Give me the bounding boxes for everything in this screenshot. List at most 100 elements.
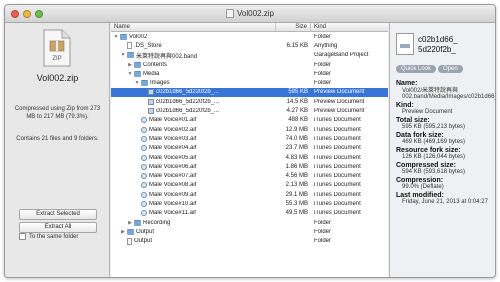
audio-file-icon (141, 126, 147, 133)
row-name: Male Voice#05.aif (149, 154, 197, 161)
row-kind: iTunes Document (314, 135, 361, 142)
table-row[interactable]: Male Voice#08.aif 2.13 MB iTunes Document (111, 181, 388, 190)
row-kind: iTunes Document (314, 210, 361, 217)
table-row[interactable]: Output Folder (111, 237, 388, 246)
row-kind: iTunes Document (314, 163, 361, 170)
row-name-cell: Male Voice#03.aif (111, 135, 276, 142)
compression-info: Compressed using Zip from 273 MB to 217 … (14, 106, 101, 120)
audio-file-icon (141, 135, 147, 142)
zip-archive-icon: ZIP (43, 29, 71, 67)
row-size: 4.56 MB (285, 173, 308, 180)
table-row[interactable]: ▼ Vol002 Folder (111, 32, 388, 41)
row-name: Male Voice#01.aif (149, 117, 197, 124)
table-row[interactable]: Male Voice#11.aif 49.5 MB iTunes Document (111, 209, 388, 218)
row-size: 74.0 MB (285, 135, 308, 142)
table-row[interactable]: ▼ Media Folder (111, 69, 388, 78)
close-button[interactable] (11, 10, 19, 18)
table-row[interactable]: ▶ Recording Folder (111, 218, 388, 227)
same-folder-option[interactable]: To the same folder (19, 233, 78, 240)
table-row[interactable]: Male Voice#05.aif 4.83 MB iTunes Document (111, 153, 388, 162)
row-name: Media (143, 70, 160, 77)
table-row[interactable]: .DS_Store 6.15 KB Anything (111, 41, 388, 50)
column-header-size[interactable]: Size (276, 23, 311, 31)
row-kind: Folder (314, 33, 332, 40)
table-row[interactable]: ▶ Output Folder (111, 227, 388, 236)
archive-window: Vol002.zip ZIP Vol002.zip Compressed usi… (4, 4, 496, 278)
document-icon (127, 42, 132, 50)
row-name: Male Voice#02.aif (149, 126, 197, 133)
row-name: Output (134, 238, 153, 245)
table-row[interactable]: Male Voice#03.aif 74.0 MB iTunes Document (111, 134, 388, 143)
table-row[interactable]: Male Voice#07.aif 4.56 MB iTunes Document (111, 171, 388, 180)
table-row[interactable]: c02b1d66_5d220f2b_... 14.5 KB Preview Docu… (111, 97, 388, 106)
row-name-cell: Male Voice#02.aif (111, 126, 276, 133)
disclosure-open-icon[interactable]: ▼ (127, 71, 133, 77)
extract-selected-button[interactable]: Extract Selected (19, 209, 97, 220)
row-kind: GarageBand Project (314, 52, 369, 59)
folder-icon (120, 33, 127, 40)
table-row[interactable]: Male Voice#06.aif 1.86 MB iTunes Document (111, 162, 388, 171)
row-kind: Preview Document (314, 89, 365, 96)
preview-filename-line2: 5d220f2b_ (418, 45, 456, 54)
minimize-button[interactable] (23, 10, 31, 18)
audio-file-icon (141, 117, 147, 124)
disclosure-closed-icon[interactable]: ▶ (127, 62, 133, 68)
column-header-kind[interactable]: Kind (311, 23, 388, 31)
meta-modified-value: Friday, June 21, 2013 at 0:04:27 (402, 199, 488, 205)
disclosure-open-icon[interactable]: ▼ (134, 80, 140, 86)
row-size: 14.5 KB (286, 98, 308, 105)
quick-look-button[interactable]: Quick Look (396, 65, 437, 73)
row-kind: iTunes Document (314, 191, 361, 198)
zoom-button[interactable] (35, 10, 43, 18)
row-name-cell: ▶ Contents (111, 61, 276, 68)
row-name-cell: ▼ Images (111, 80, 276, 87)
row-size: 4.27 KB (286, 108, 308, 115)
folder-icon (127, 52, 134, 59)
row-name-cell: ▼ Media (111, 70, 276, 77)
table-row[interactable]: Male Voice#09.aif 29.1 MB iTunes Document (111, 190, 388, 199)
row-name: c02b1d66_5d220f2b_... (156, 89, 220, 96)
table-row[interactable]: ▼ 米萊特說再與002.band GarageBand Project (111, 51, 388, 60)
row-size: 595 KB (288, 89, 308, 96)
disclosure-open-icon[interactable]: ▼ (113, 34, 119, 40)
disclosure-closed-icon[interactable]: ▶ (127, 220, 133, 226)
table-row[interactable]: c02b1d66_5d220f2b_... 4.27 KB Preview Docu… (111, 106, 388, 115)
archive-summary-panel: ZIP Vol002.zip Compressed using Zip from… (5, 23, 110, 277)
table-row[interactable]: ▶ Contents Folder (111, 60, 388, 69)
row-size: 488 KB (288, 117, 308, 124)
extract-all-button[interactable]: Extract All (19, 222, 97, 233)
table-row[interactable]: ▼ Images Folder (111, 78, 388, 87)
row-name: 米萊特說再與002.band (136, 53, 198, 60)
meta-kind-value: Preview Document (402, 109, 453, 115)
folder-icon (141, 80, 148, 87)
table-row[interactable]: Male Voice#10.aif 55.3 MB iTunes Document (111, 199, 388, 208)
table-row[interactable]: Male Voice#02.aif 12.9 MB iTunes Document (111, 125, 388, 134)
table-row[interactable]: c02b1d66_5d220f2b_... 595 KB Preview Docum… (111, 87, 388, 98)
table-row[interactable]: Male Voice#04.aif 23.7 MB iTunes Document (111, 144, 388, 153)
audio-file-icon (141, 145, 147, 152)
image-file-icon (396, 33, 414, 55)
row-kind: Folder (314, 228, 332, 235)
disclosure-closed-icon[interactable]: ▶ (120, 229, 126, 235)
row-size: 29.1 MB (285, 191, 308, 198)
row-name: Male Voice#10.aif (149, 200, 197, 207)
row-kind: iTunes Document (314, 154, 361, 161)
open-button[interactable]: Open (438, 65, 463, 73)
row-name-cell: Male Voice#10.aif (111, 200, 276, 207)
row-name: Output (136, 228, 155, 235)
meta-data-fork-value: 469 KB (469,169 bytes) (402, 139, 466, 145)
audio-file-icon (141, 154, 147, 161)
row-name: Images (150, 80, 170, 87)
row-name-cell: Male Voice#05.aif (111, 154, 276, 161)
row-name-cell: ▼ Vol002 (111, 33, 276, 40)
row-kind: Folder (314, 70, 332, 77)
table-row[interactable]: Male Voice#01.aif 488 KB iTunes Document (111, 116, 388, 125)
row-name-cell: Male Voice#09.aif (111, 191, 276, 198)
window-controls (11, 10, 43, 18)
row-name-cell: c02b1d66_5d220f2b_... (111, 108, 276, 115)
column-header-name[interactable]: Name (111, 23, 276, 31)
same-folder-checkbox[interactable] (19, 233, 26, 240)
row-kind: Folder (314, 238, 332, 245)
disclosure-open-icon[interactable]: ▼ (120, 52, 126, 58)
window-title-text: Vol002.zip (237, 9, 274, 18)
